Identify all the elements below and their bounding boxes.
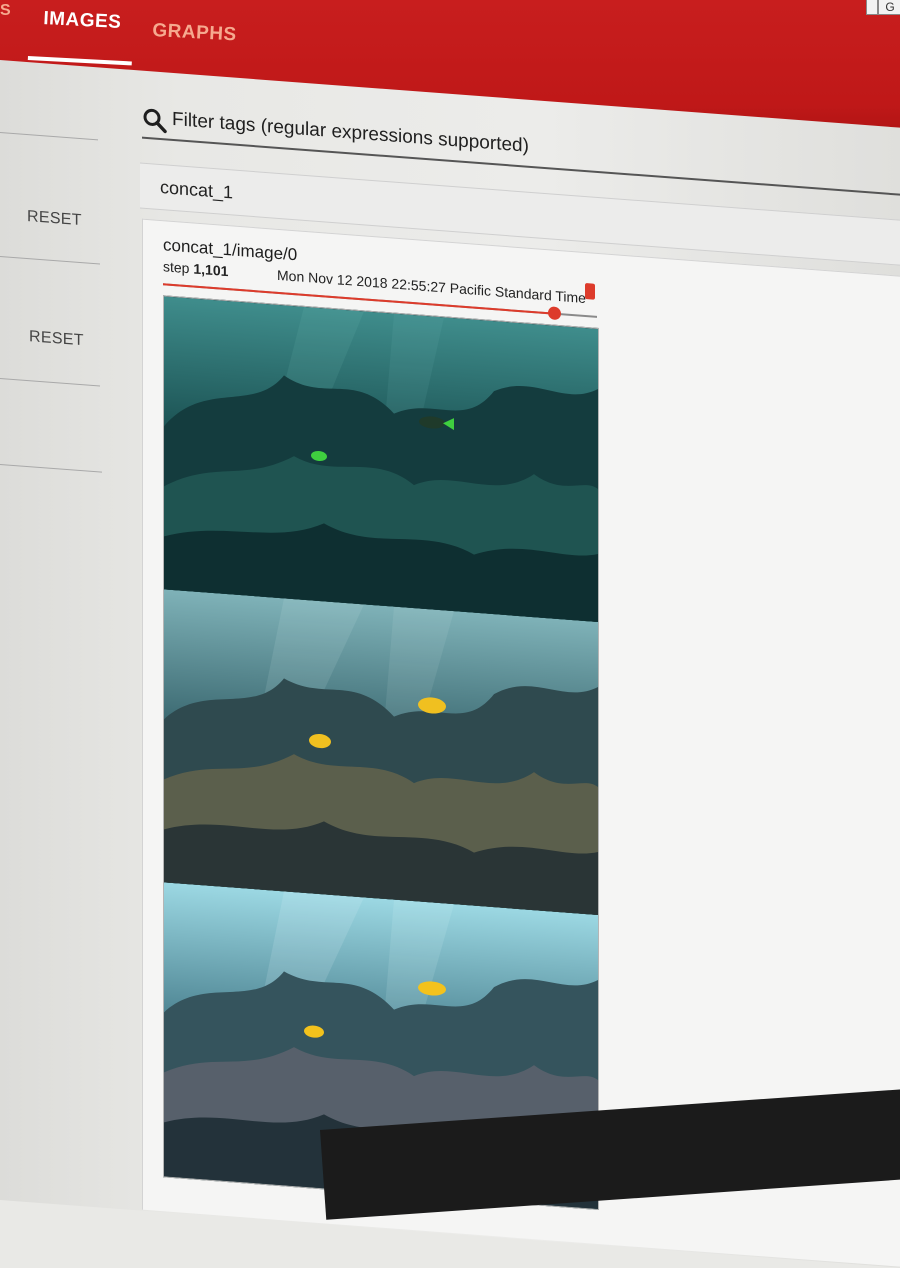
reset-button[interactable]: RESET [29,328,84,350]
expand-image-button[interactable] [585,282,595,300]
partial-tab-label[interactable]: S [0,2,11,20]
step-value: 1,101 [193,260,229,280]
sidebar-divider [0,132,98,141]
sidebar-divider [0,464,102,473]
underwater-image-mid [164,589,598,915]
step-prefix: step [163,258,190,277]
concatenated-image [163,295,599,1211]
window-corner-control[interactable] [866,0,878,15]
step-slider-thumb[interactable] [547,306,561,321]
tab-images[interactable]: IMAGES [43,8,122,34]
dashboard-page: RESET RESET Filter tags (regular express… [0,60,900,1268]
reset-button[interactable]: RESET [27,208,82,230]
sidebar-divider [0,256,100,265]
timestamp: Mon Nov 12 2018 22:55:27 Pacific Standar… [277,266,586,307]
underwater-image-teal [164,296,598,622]
tag-group-name: concat_1 [160,177,234,203]
window-corner-glyph[interactable]: G [878,0,900,15]
sidebar-divider [0,378,100,387]
tab-graphs[interactable]: GRAPHS [152,20,237,46]
step-label: step 1,101 [163,258,228,279]
search-icon [143,108,167,134]
filter-input[interactable]: Filter tags (regular expressions support… [172,109,529,158]
